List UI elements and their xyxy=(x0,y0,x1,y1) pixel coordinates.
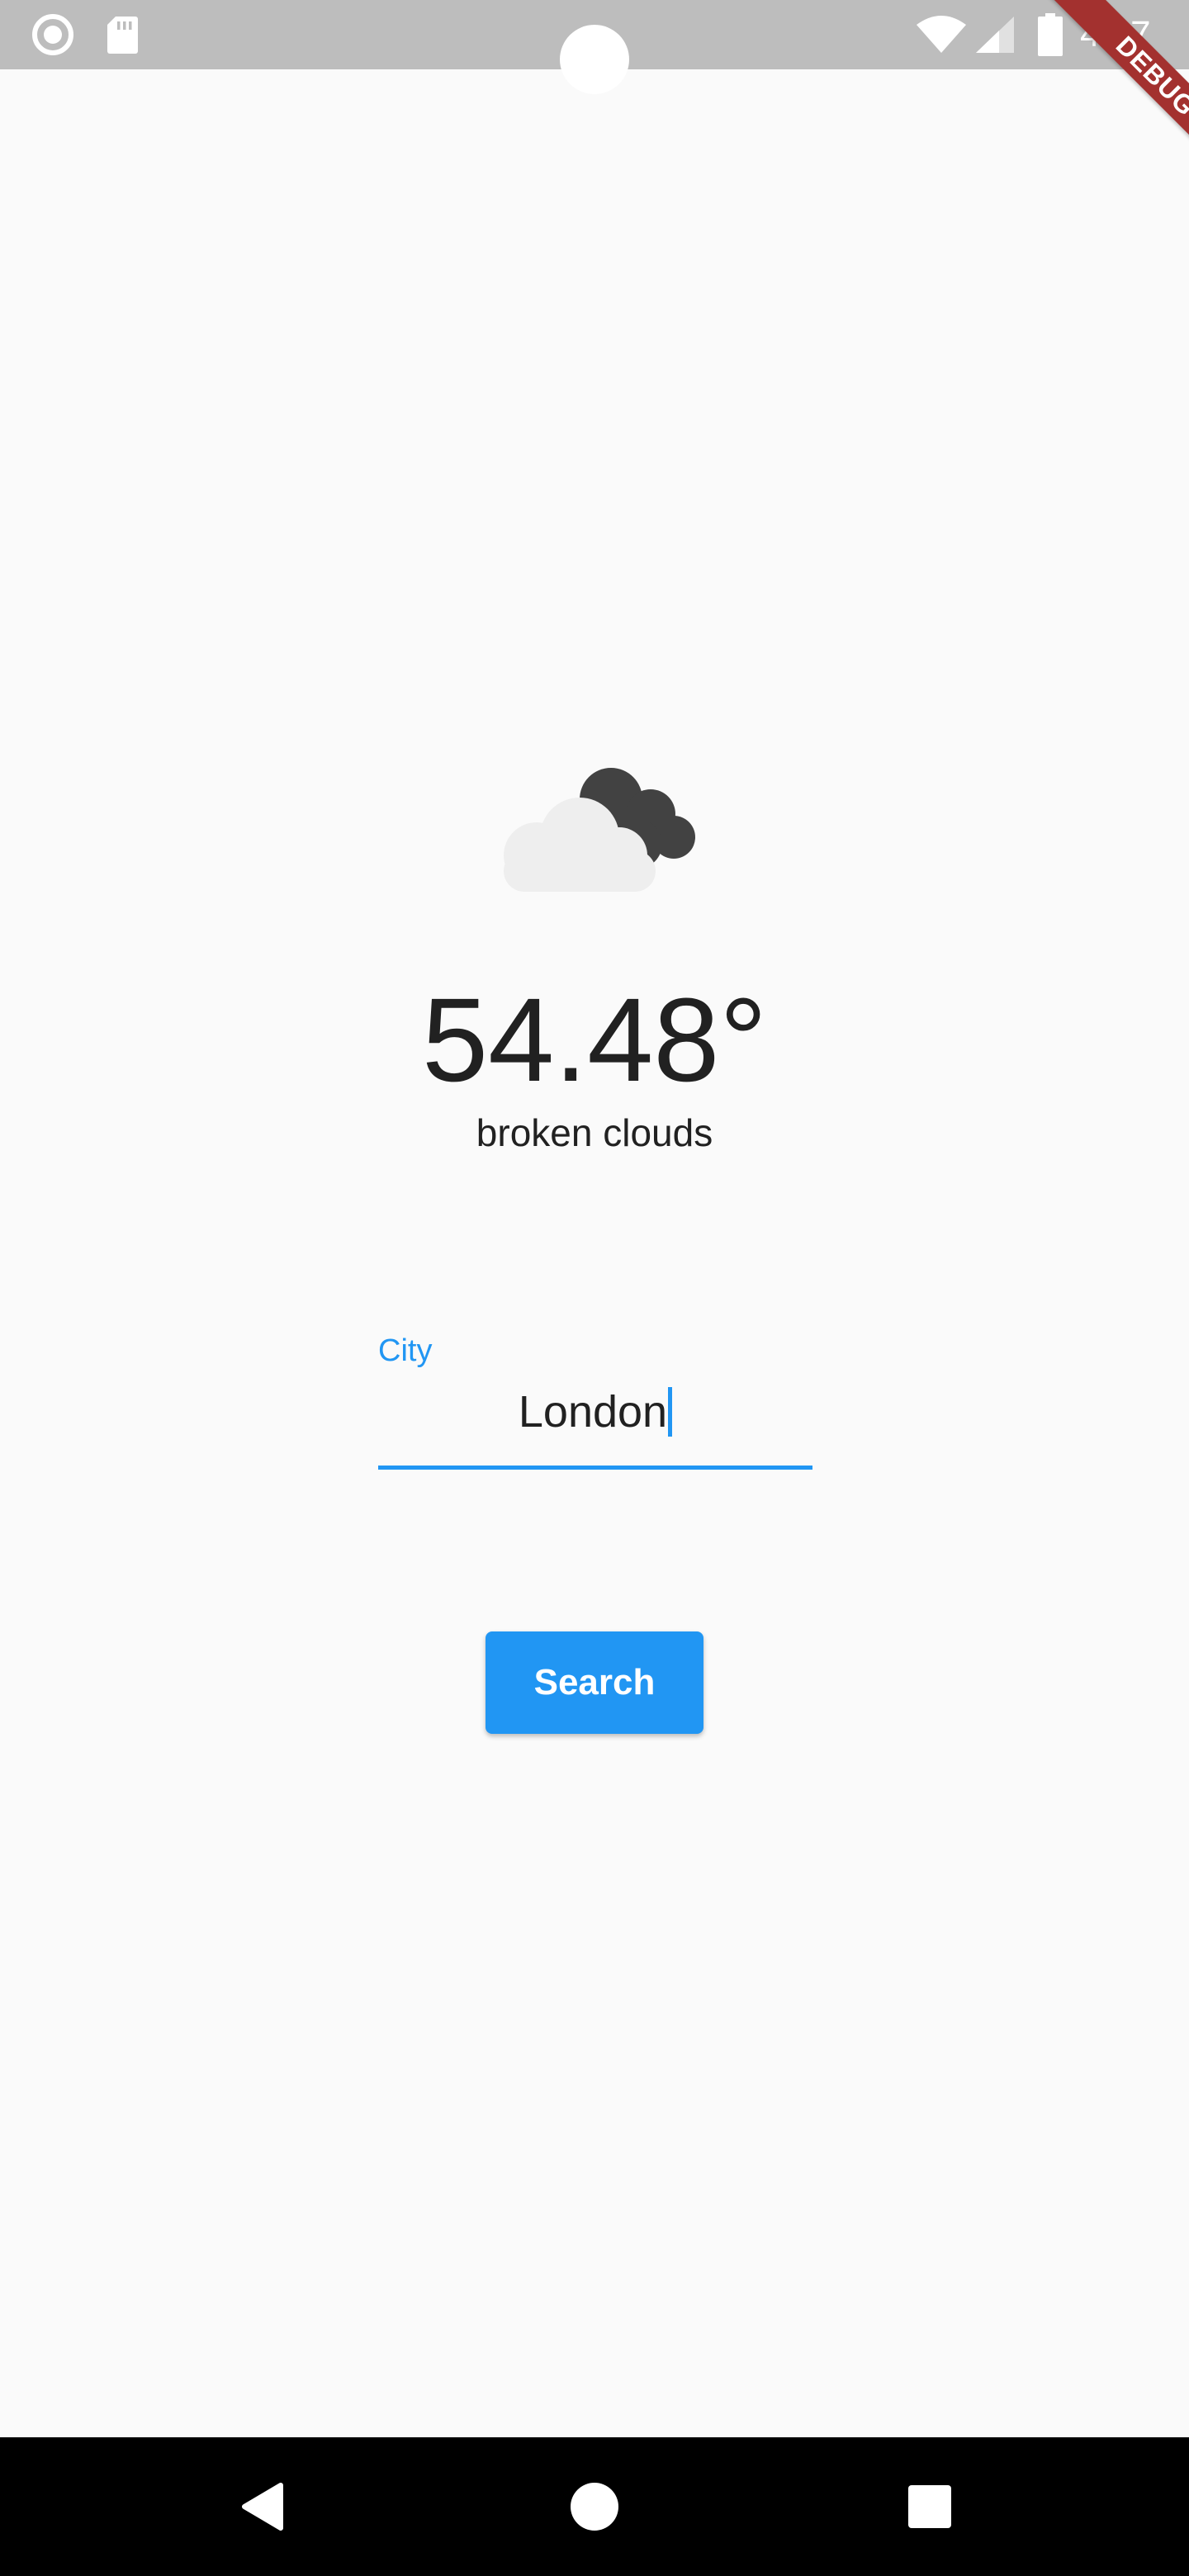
wifi-icon xyxy=(915,0,968,69)
weather-description: broken clouds xyxy=(476,1111,713,1154)
city-input[interactable]: London xyxy=(378,1383,812,1441)
city-field-underline xyxy=(378,1466,812,1470)
city-input-value: London xyxy=(518,1387,668,1437)
city-field-label: City xyxy=(378,1333,433,1368)
battery-icon xyxy=(1034,0,1067,69)
temperature-value: 54.48° xyxy=(422,973,767,1106)
broken-clouds-icon xyxy=(487,758,702,898)
camera-cutout xyxy=(560,25,629,94)
radio-button-icon xyxy=(28,0,78,69)
text-cursor xyxy=(668,1386,673,1437)
sd-card-icon xyxy=(102,0,142,69)
navigation-bar xyxy=(0,2437,1189,2576)
search-button[interactable]: Search xyxy=(486,1631,703,1734)
recents-icon[interactable] xyxy=(864,2437,996,2576)
back-icon[interactable] xyxy=(197,2437,329,2576)
city-field[interactable]: City London xyxy=(378,1325,812,1474)
signal-icon xyxy=(973,0,1017,69)
home-icon[interactable] xyxy=(528,2437,661,2576)
